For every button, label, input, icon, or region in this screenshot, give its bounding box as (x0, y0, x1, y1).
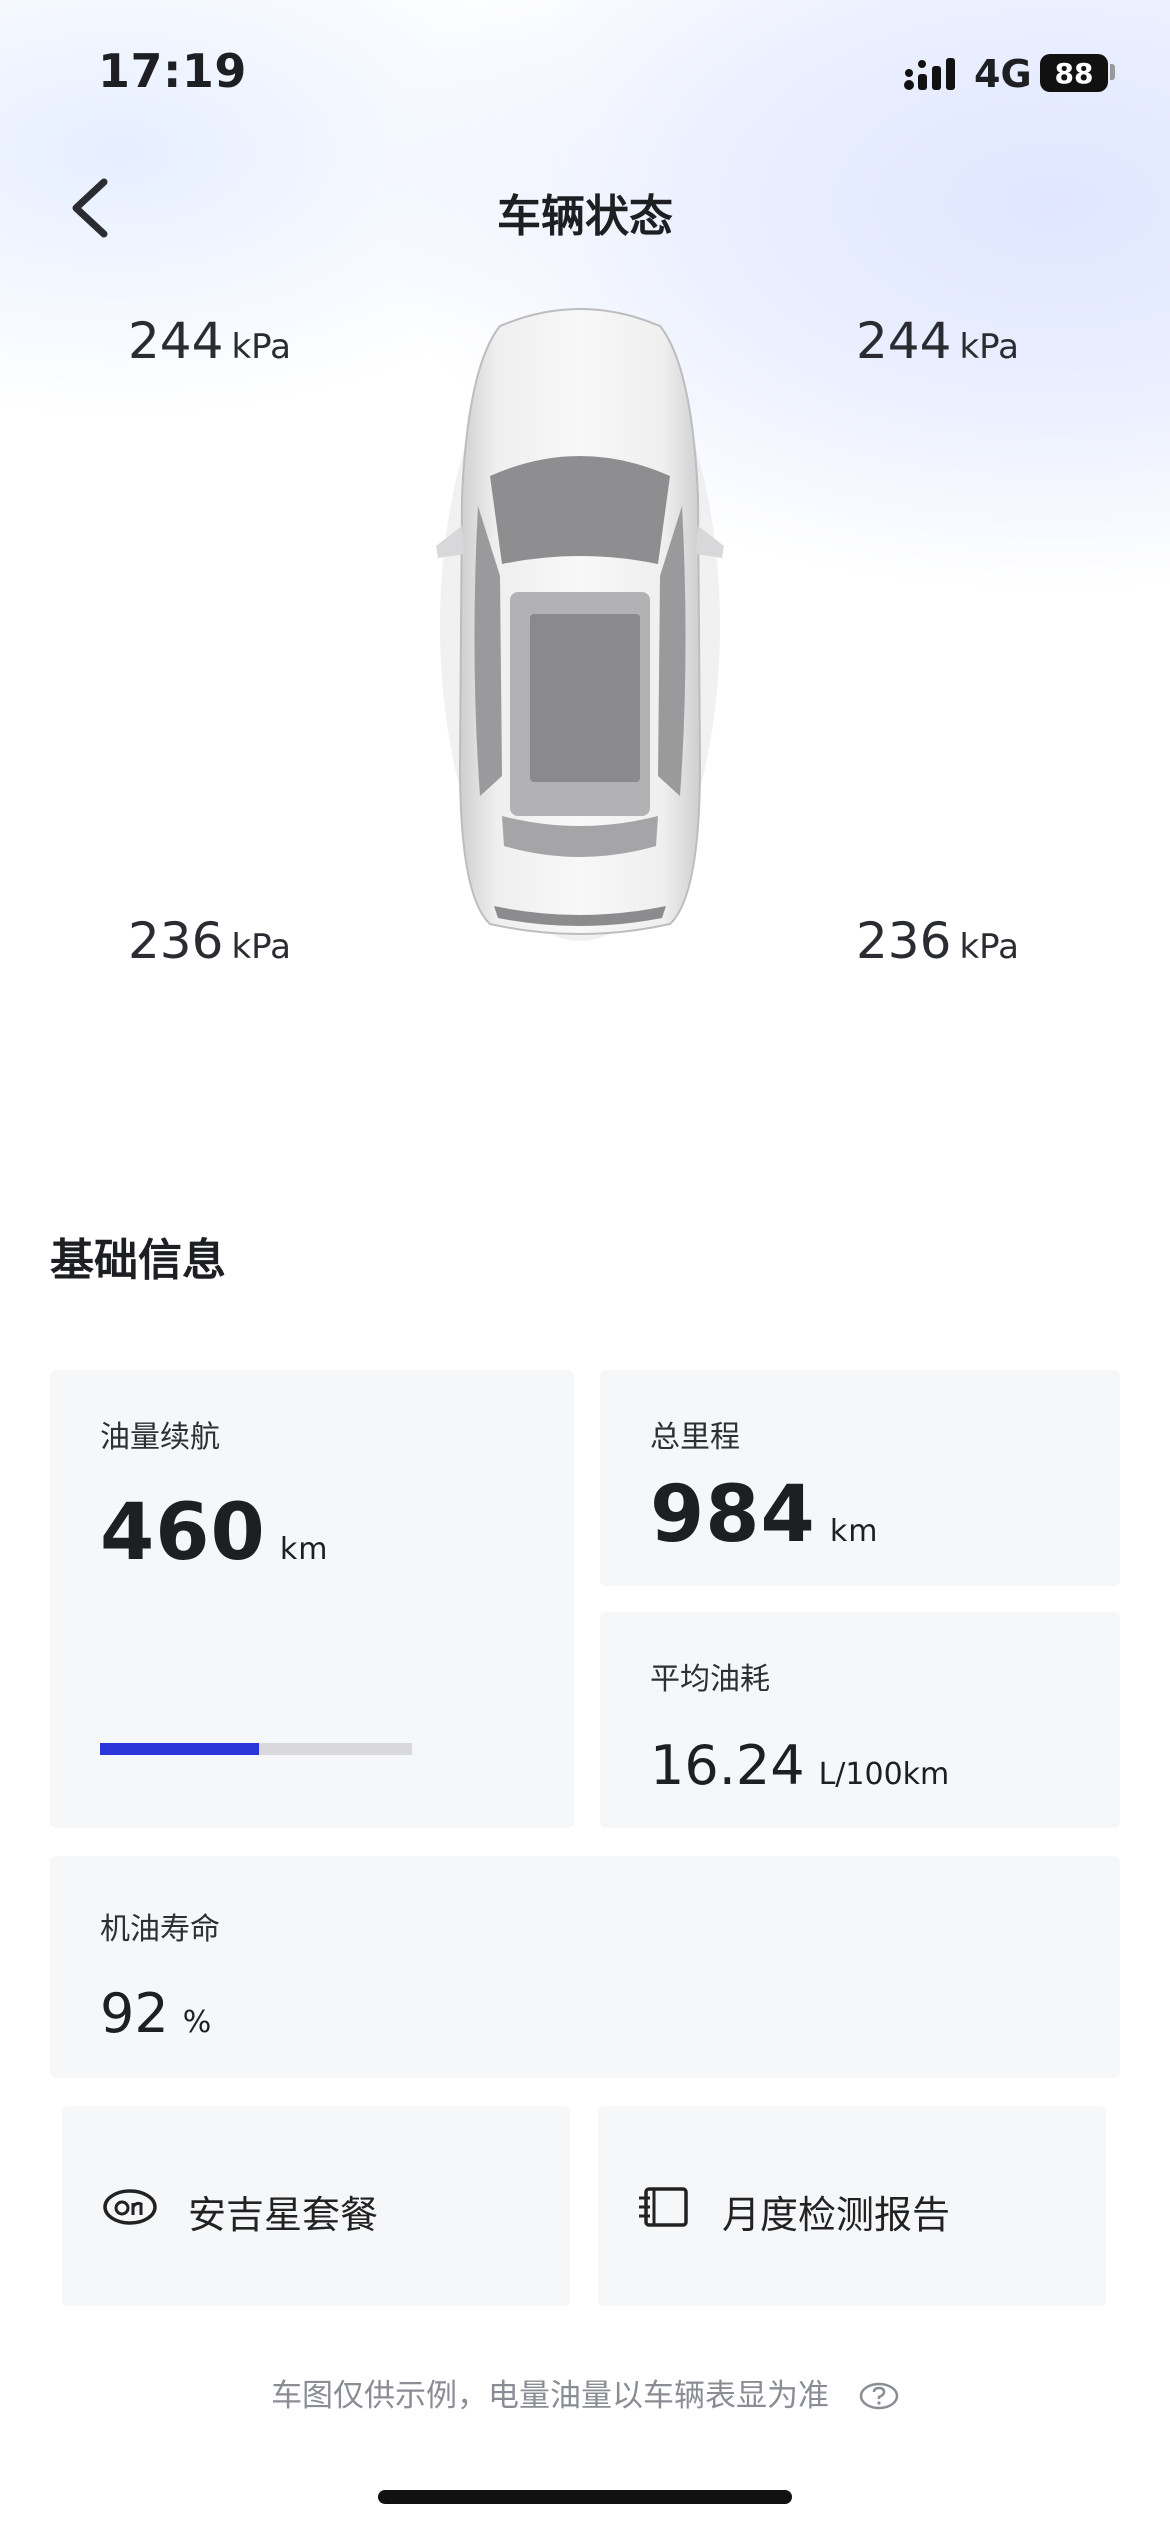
oil-life-unit: % (182, 2005, 212, 2040)
avg-consumption-unit: L/100km (818, 1757, 950, 1792)
tire-pressure-unit: kPa (959, 327, 1019, 367)
footer-note: 车图仅供示例，电量油量以车辆表显为准 (271, 2378, 830, 2414)
avg-consumption-value-row: 16.24 L/100km (650, 1734, 949, 1797)
network-type: 4G (974, 52, 1032, 96)
total-mileage-value: 984 (650, 1470, 816, 1560)
tire-pressure-value: 244 (128, 312, 224, 370)
battery-tip (1110, 64, 1115, 80)
total-mileage-unit: km (829, 1514, 879, 1549)
tire-pressure-rear-right: 236 kPa (856, 912, 1019, 970)
home-indicator[interactable] (378, 2490, 792, 2504)
help-icon[interactable] (859, 2382, 899, 2410)
tire-pressure-rear-left: 236 kPa (128, 912, 291, 970)
page-title: 车辆状态 (497, 191, 673, 242)
total-mileage-value-row: 984 km (650, 1470, 878, 1560)
report-book-icon (639, 2187, 688, 2227)
oil-life-value: 92 (100, 1982, 169, 2045)
monthly-report-label: 月度检测报告 (722, 2193, 951, 2237)
fuel-level-bar (100, 1743, 412, 1755)
tire-pressure-unit: kPa (231, 327, 291, 367)
tire-pressure-value: 236 (128, 912, 224, 970)
oil-life-label: 机油寿命 (100, 1912, 220, 1947)
tire-pressure-value: 244 (856, 312, 952, 370)
footer-note-row: 车图仅供示例，电量油量以车辆表显为准 (0, 2370, 1170, 2415)
fuel-range-value: 460 (100, 1488, 266, 1578)
onstar-package-label: 安吉星套餐 (188, 2193, 379, 2237)
tire-pressure-front-right: 244 kPa (856, 312, 1019, 370)
signal-icon (904, 58, 955, 90)
fuel-range-unit: km (279, 1532, 329, 1567)
fuel-level-fill (100, 1743, 260, 1755)
car-top-view-image (436, 308, 724, 941)
total-mileage-label: 总里程 (650, 1420, 740, 1455)
oil-life-value-row: 92% (100, 1982, 211, 2045)
tire-pressure-value: 236 (856, 912, 952, 970)
tire-pressure-unit: kPa (959, 927, 1019, 967)
avg-consumption-label: 平均油耗 (650, 1662, 770, 1697)
section-title: 基础信息 (50, 1235, 226, 1286)
battery-level: 88 (1040, 54, 1108, 92)
fuel-range-value-row: 460 km (100, 1488, 328, 1578)
tire-pressure-front-left: 244 kPa (128, 312, 291, 370)
status-time: 17:19 (98, 44, 247, 98)
fuel-range-label: 油量续航 (100, 1420, 220, 1455)
onstar-icon (103, 2189, 157, 2225)
avg-consumption-value: 16.24 (650, 1734, 805, 1797)
tire-pressure-unit: kPa (231, 927, 291, 967)
